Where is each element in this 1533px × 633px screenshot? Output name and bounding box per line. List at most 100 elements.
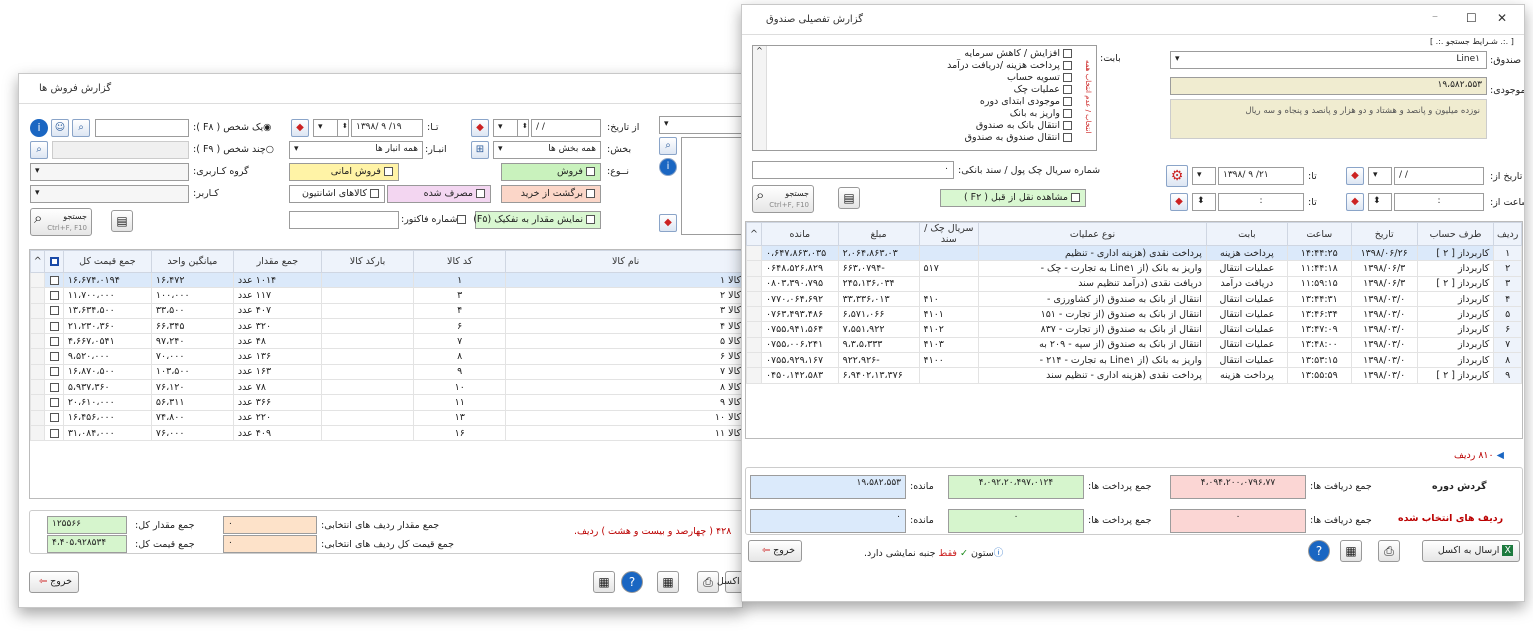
hierarchy-icon[interactable]: ⊞ [471, 141, 489, 159]
table-row[interactable]: کالا ۹ ۱۱ ۳۶۶ عدد ۵۶،۳۱۱ ۲۰،۶۱۰،۰۰۰ [30, 394, 742, 411]
col-total-qty[interactable]: جمع مقدار [232, 250, 322, 273]
row-checkbox[interactable] [44, 317, 64, 335]
scrollbar-cell[interactable] [30, 424, 46, 442]
scrollbar-cell[interactable] [746, 244, 762, 262]
col-date[interactable]: تاریخ [1350, 222, 1418, 246]
date-to-input[interactable]: ۱۳۹۸/ ۹ /۲۱ [1218, 167, 1304, 185]
search-icon[interactable]: ⌕ [72, 119, 90, 137]
time-to-spin[interactable]: ⬍ [1192, 193, 1216, 211]
table-row[interactable]: کالا ۴ ۶ ۳۲۰ عدد ۶۶،۳۴۵ ۲۱،۲۳۰،۳۶۰ [30, 317, 742, 335]
search-button[interactable]: ⌕ جستجو Ctrl+F, F10 [30, 208, 92, 236]
exit-button[interactable]: خروج ⇦ [29, 571, 79, 593]
fund-calculator-icon[interactable]: ▦ [1340, 540, 1362, 562]
col-bab[interactable]: بابت [1205, 222, 1288, 246]
category-item[interactable]: واریز به بانک [947, 108, 1072, 120]
from-date-input[interactable]: / / [531, 119, 601, 137]
time-from-input[interactable]: : [1394, 193, 1484, 211]
table-row[interactable]: کالا ۲ ۳ ۱۱۷ عدد ۱۰۰،۰۰۰ ۱۱،۷۰۰،۰۰۰ [30, 287, 742, 304]
single-person-label[interactable]: ◉یک شخص ( F۸ ): [193, 122, 271, 133]
scrollbar-cell[interactable] [746, 367, 762, 384]
maximize-icon[interactable]: ☐ [1466, 11, 1477, 25]
category-scrollbar[interactable]: ^ [753, 46, 767, 150]
table-row[interactable]: کالا ۶ ۸ ۱۳۶ عدد ۷۰،۰۰۰ ۹،۵۲۰،۰۰۰ [30, 348, 742, 365]
col-barcode[interactable]: بارکد کالا [320, 250, 415, 273]
table-row[interactable]: کالا ۱۰ ۱۳ ۲۲۰ عدد ۷۴،۸۰۰ ۱۶،۴۵۶،۰۰۰ [30, 409, 742, 426]
row-checkbox[interactable] [44, 394, 64, 411]
category-item[interactable]: انتقال بانک به صندوق [947, 120, 1072, 132]
show-detail-chip[interactable]: نمایش مقدار به تفکیک (F۵) [473, 211, 601, 229]
scrollbar-cell[interactable] [746, 275, 762, 292]
col-time[interactable]: ساعت [1286, 222, 1352, 246]
col-total-price[interactable]: جمع قیمت کل [62, 250, 152, 273]
fund-search-button[interactable]: ⌕ جستجو Ctrl+F, F10 [752, 185, 814, 213]
side-select[interactable]: ▾ [659, 116, 742, 134]
scrollbar-cell[interactable] [30, 271, 46, 289]
user-select[interactable]: ▾ [30, 185, 189, 203]
to-date-spin[interactable]: ⬍ [337, 119, 349, 137]
help-icon[interactable]: ? [621, 571, 643, 593]
table-row[interactable]: ۵ کاربرداز ۱۳۹۸/۰۳/۰ ۱۳:۴۶:۳۴ عملیات انتقال ا… [746, 306, 1522, 323]
to-date-select[interactable]: ▾ [313, 119, 339, 137]
folder-icon[interactable]: ▤ [111, 210, 133, 232]
side-info-icon[interactable]: i [659, 158, 677, 176]
col-account[interactable]: طرف حساب [1416, 222, 1495, 246]
scrollbar-cell[interactable] [746, 321, 762, 338]
close-icon[interactable]: ✕ [1497, 11, 1507, 25]
scrollbar-cell[interactable] [746, 260, 762, 277]
side-list-box[interactable] [681, 137, 742, 235]
col-product-code[interactable]: کد کالا [413, 250, 507, 273]
table-row[interactable]: ۷ کاربرداز ۱۳۹۸/۰۳/۰ ۱۳:۴۸:۰۰ عملیات انتقال ا… [746, 336, 1522, 354]
scrollbar-cell[interactable] [30, 333, 46, 350]
row-checkbox[interactable] [44, 379, 64, 396]
table-row[interactable]: کالا ۵ ۷ ۴۸ عدد ۹۷،۲۴۰ ۴،۶۶۷،۰۵۴۱ [30, 333, 742, 350]
col-amount[interactable]: مبلغ [837, 222, 920, 246]
category-item[interactable]: پرداخت هزینه /دریافت درآمد [947, 60, 1072, 72]
books-icon[interactable]: ▦ [593, 571, 615, 593]
row-checkbox[interactable] [44, 424, 64, 442]
table-row[interactable]: ۳ کاربرداز [ ۲ ] ۱۳۹۸/۰۶/۳ ۱۱:۵۹:۱۵ دریافت د… [746, 275, 1522, 292]
multi-person-radio[interactable]: ○ [266, 144, 274, 155]
fund-select[interactable]: ▾ Line۱ [1170, 51, 1487, 69]
settings-gear-icon[interactable]: ⚙ [1166, 165, 1188, 187]
fund-exit-button[interactable]: خروج ⇦ [748, 540, 802, 562]
scrollbar-cell[interactable] [746, 306, 762, 323]
table-row[interactable]: کالا ۱۱ ۱۶ ۴۰۹ عدد ۷۶،۰۰۰ ۳۱،۰۸۴،۰۰۰ [30, 424, 742, 442]
category-list[interactable]: ^ افزایش / کاهش سرمایه پرداخت هزینه /دری… [752, 45, 1097, 151]
table-row[interactable]: ۲ کاربرداز ۱۳۹۸/۰۶/۳ ۱۱:۴۴:۱۸ عملیات انتقال و… [746, 260, 1522, 277]
person-icon[interactable]: ☺ [51, 119, 69, 137]
col-op-type[interactable]: نوع عملیات [978, 222, 1207, 246]
category-item[interactable]: افزایش / کاهش سرمایه [947, 48, 1072, 60]
table-row[interactable]: کالا ۱ ۱ ۱۰۱۴ عدد ۱۶،۴۷۲ ۱۶،۶۷۴،۰۱۹۴ [30, 271, 742, 289]
col-row[interactable]: ردیف [1493, 222, 1522, 246]
invoice-label[interactable]: شماره فاکتور: [401, 214, 467, 225]
table-row[interactable]: کالا ۸ ۱۰ ۷۸ عدد ۷۶،۱۲۰ ۵،۹۳۷،۳۶۰ [30, 379, 742, 396]
single-person-input[interactable] [95, 119, 189, 137]
minimize-icon[interactable]: – [1432, 9, 1438, 23]
time-to-eraser-icon[interactable]: ◆ [1170, 193, 1188, 211]
fund-folder-icon[interactable]: ▤ [838, 187, 860, 209]
scrollbar-cell[interactable] [30, 348, 46, 365]
scrollbar-cell[interactable] [30, 317, 46, 335]
type-return-chip[interactable]: برگشت از خرید [501, 185, 601, 203]
date-from-input[interactable]: / / [1394, 167, 1484, 185]
calendar-icon[interactable]: ◆ [291, 119, 309, 137]
row-checkbox[interactable] [44, 271, 64, 289]
multi-person-label[interactable]: ○چند شخص ( F۹ ): [193, 144, 274, 155]
table-row[interactable]: ۱ کاربرداز [ ۲ ] ۱۳۹۸/۰۶/۲۶ ۱۴:۴۴:۲۵ پرداخت … [746, 244, 1522, 262]
time-to-input[interactable]: : [1218, 193, 1304, 211]
printer-icon[interactable]: ⎙ [697, 571, 719, 593]
store-select[interactable]: همه انبار ها ▾ [289, 141, 423, 159]
type-consume-chip[interactable]: مصرف شده [387, 185, 491, 203]
scrollbar-cell[interactable] [30, 363, 46, 381]
side-eraser-icon[interactable]: ◆ [659, 214, 677, 232]
invoice-input[interactable] [289, 211, 399, 229]
table-row[interactable]: ۶ کاربرداز ۱۳۹۸/۰۳/۰ ۱۳:۴۷:۰۹ عملیات انتقال ا… [746, 321, 1522, 338]
single-person-radio[interactable]: ◉ [263, 122, 271, 133]
to-date-input[interactable]: ۱۳۹۸/ ۹ /۱۹ [351, 119, 423, 137]
row-checkbox[interactable] [44, 363, 64, 381]
col-product-name[interactable]: نام کالا [505, 250, 742, 273]
serial-input[interactable]: ۰ [752, 161, 954, 179]
category-item[interactable]: موجودی ابتدای دوره [947, 96, 1072, 108]
time-from-spin[interactable]: ⬍ [1368, 193, 1392, 211]
from-date-select[interactable]: ▾ [493, 119, 519, 137]
